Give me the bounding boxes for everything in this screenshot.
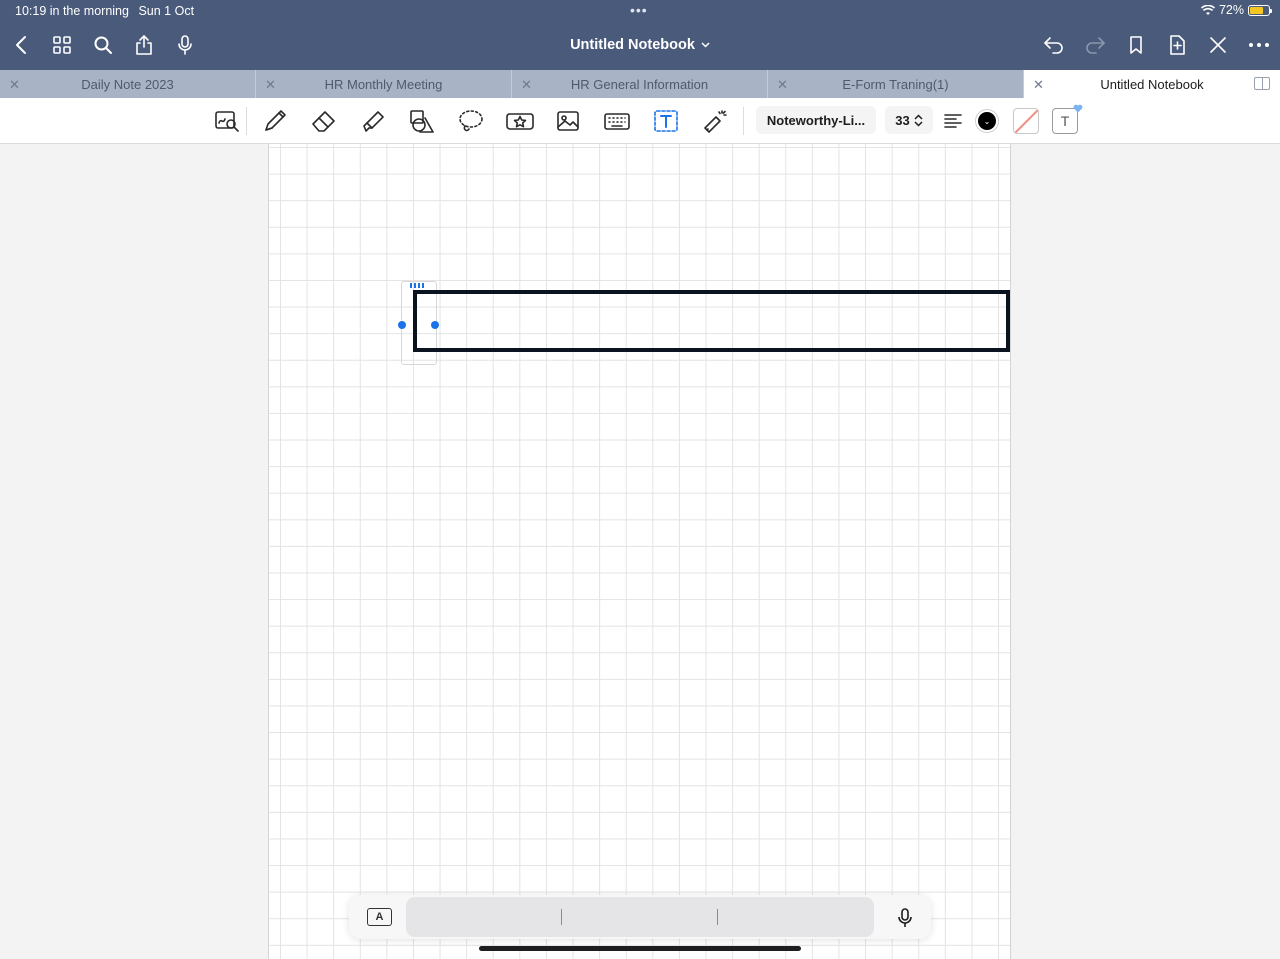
redo-icon[interactable]: [1082, 32, 1108, 58]
more-icon[interactable]: [1246, 32, 1272, 58]
shapes-tool-icon[interactable]: [407, 106, 437, 136]
status-date: Sun 1 Oct: [138, 4, 195, 18]
notebook-page[interactable]: [268, 144, 1011, 959]
add-page-icon[interactable]: [1164, 32, 1190, 58]
tab-close-icon[interactable]: ✕: [9, 77, 20, 93]
microphone-icon[interactable]: [172, 32, 198, 58]
undo-icon[interactable]: [1041, 32, 1067, 58]
document-tab-bar: ✕ Daily Note 2023 ✕ HR Monthly Meeting ✕…: [0, 70, 1280, 98]
tab-daily-note-2023[interactable]: ✕ Daily Note 2023: [0, 70, 256, 98]
text-format-label: A: [375, 911, 384, 923]
share-icon[interactable]: [131, 32, 157, 58]
chevron-up-down-icon: [914, 113, 923, 127]
font-name-label: Noteworthy-Li...: [766, 112, 866, 128]
highlighter-tool-icon[interactable]: [358, 106, 388, 136]
font-size-stepper[interactable]: 33: [885, 106, 933, 134]
battery-icon: [1248, 4, 1272, 16]
suggestion-divider: [561, 909, 562, 925]
toolbar-divider: [743, 107, 744, 135]
text-format-button[interactable]: A: [367, 908, 392, 926]
text-tool-icon[interactable]: [651, 106, 681, 136]
text-box-input[interactable]: [413, 290, 1010, 352]
status-indicators: 72%: [1200, 3, 1272, 17]
heart-icon: [1073, 104, 1083, 113]
close-pen-icon[interactable]: [1205, 32, 1231, 58]
dictation-microphone-icon[interactable]: [895, 907, 915, 929]
text-background-color-picker[interactable]: [1013, 108, 1039, 134]
tab-label: Untitled Notebook: [1100, 76, 1204, 92]
battery-percent: 72%: [1218, 3, 1244, 17]
back-icon[interactable]: [8, 32, 34, 58]
chevron-down-icon: [701, 42, 710, 48]
font-name-selector[interactable]: Noteworthy-Li...: [756, 106, 876, 134]
split-view-icon[interactable]: [1254, 77, 1270, 90]
text-style-icon: T: [1060, 113, 1070, 129]
text-align-icon[interactable]: [938, 106, 968, 136]
tab-hr-monthly-meeting[interactable]: ✕ HR Monthly Meeting: [256, 70, 512, 98]
tool-bar: Noteworthy-Li... 33: [0, 98, 1280, 144]
font-size-value: 33: [895, 112, 910, 128]
status-time-date: 10:19 in the morning Sun 1 Oct: [15, 4, 200, 18]
tab-label: HR General Information: [570, 76, 709, 92]
textbox-resize-handle-left[interactable]: [398, 321, 406, 329]
tab-e-form-traning[interactable]: ✕ E-Form Traning(1): [768, 70, 1024, 98]
laser-pointer-tool-icon[interactable]: [700, 106, 730, 136]
keyboard-shortcut-bar: A: [349, 895, 931, 939]
tab-close-icon[interactable]: ✕: [777, 77, 788, 93]
text-style-button[interactable]: T: [1052, 104, 1083, 134]
tab-label: E-Form Traning(1): [842, 76, 949, 92]
wifi-icon: [1200, 4, 1215, 15]
zoom-window-tool-icon[interactable]: [212, 106, 242, 136]
image-tool-icon[interactable]: [553, 106, 583, 136]
tab-untitled-notebook[interactable]: ✕ Untitled Notebook: [1024, 70, 1280, 98]
search-icon[interactable]: [90, 32, 116, 58]
chevron-down-icon: ⌄: [978, 112, 996, 130]
suggestion-divider: [717, 909, 718, 925]
multitasking-dots-icon[interactable]: •••: [630, 2, 648, 18]
home-indicator[interactable]: [479, 946, 801, 951]
tab-close-icon[interactable]: ✕: [265, 77, 276, 93]
tab-hr-general-information[interactable]: ✕ HR General Information: [512, 70, 768, 98]
tab-label: HR Monthly Meeting: [324, 76, 443, 92]
tab-label: Daily Note 2023: [81, 76, 174, 92]
toolbar-divider: [246, 107, 247, 135]
lasso-tool-icon[interactable]: [456, 106, 486, 136]
textbox-drag-grip[interactable]: [410, 283, 428, 288]
tab-close-icon[interactable]: ✕: [521, 77, 532, 93]
text-color-picker[interactable]: ⌄: [975, 109, 999, 133]
pen-tool-icon[interactable]: [260, 106, 290, 136]
notebook-title: Untitled Notebook: [570, 37, 695, 53]
predictive-text-bar[interactable]: [406, 897, 874, 937]
keyboard-tool-icon[interactable]: [602, 106, 632, 136]
top-navigation-bar: 10:19 in the morning Sun 1 Oct ••• 72% U…: [0, 0, 1280, 70]
grid-icon[interactable]: [49, 32, 75, 58]
bookmark-icon[interactable]: [1123, 32, 1149, 58]
status-time: 10:19 in the morning: [15, 4, 129, 18]
notebook-title-button[interactable]: Untitled Notebook: [570, 37, 710, 53]
eraser-tool-icon[interactable]: [309, 106, 339, 136]
sticker-tool-icon[interactable]: [505, 106, 535, 136]
tab-close-icon[interactable]: ✕: [1033, 77, 1044, 93]
